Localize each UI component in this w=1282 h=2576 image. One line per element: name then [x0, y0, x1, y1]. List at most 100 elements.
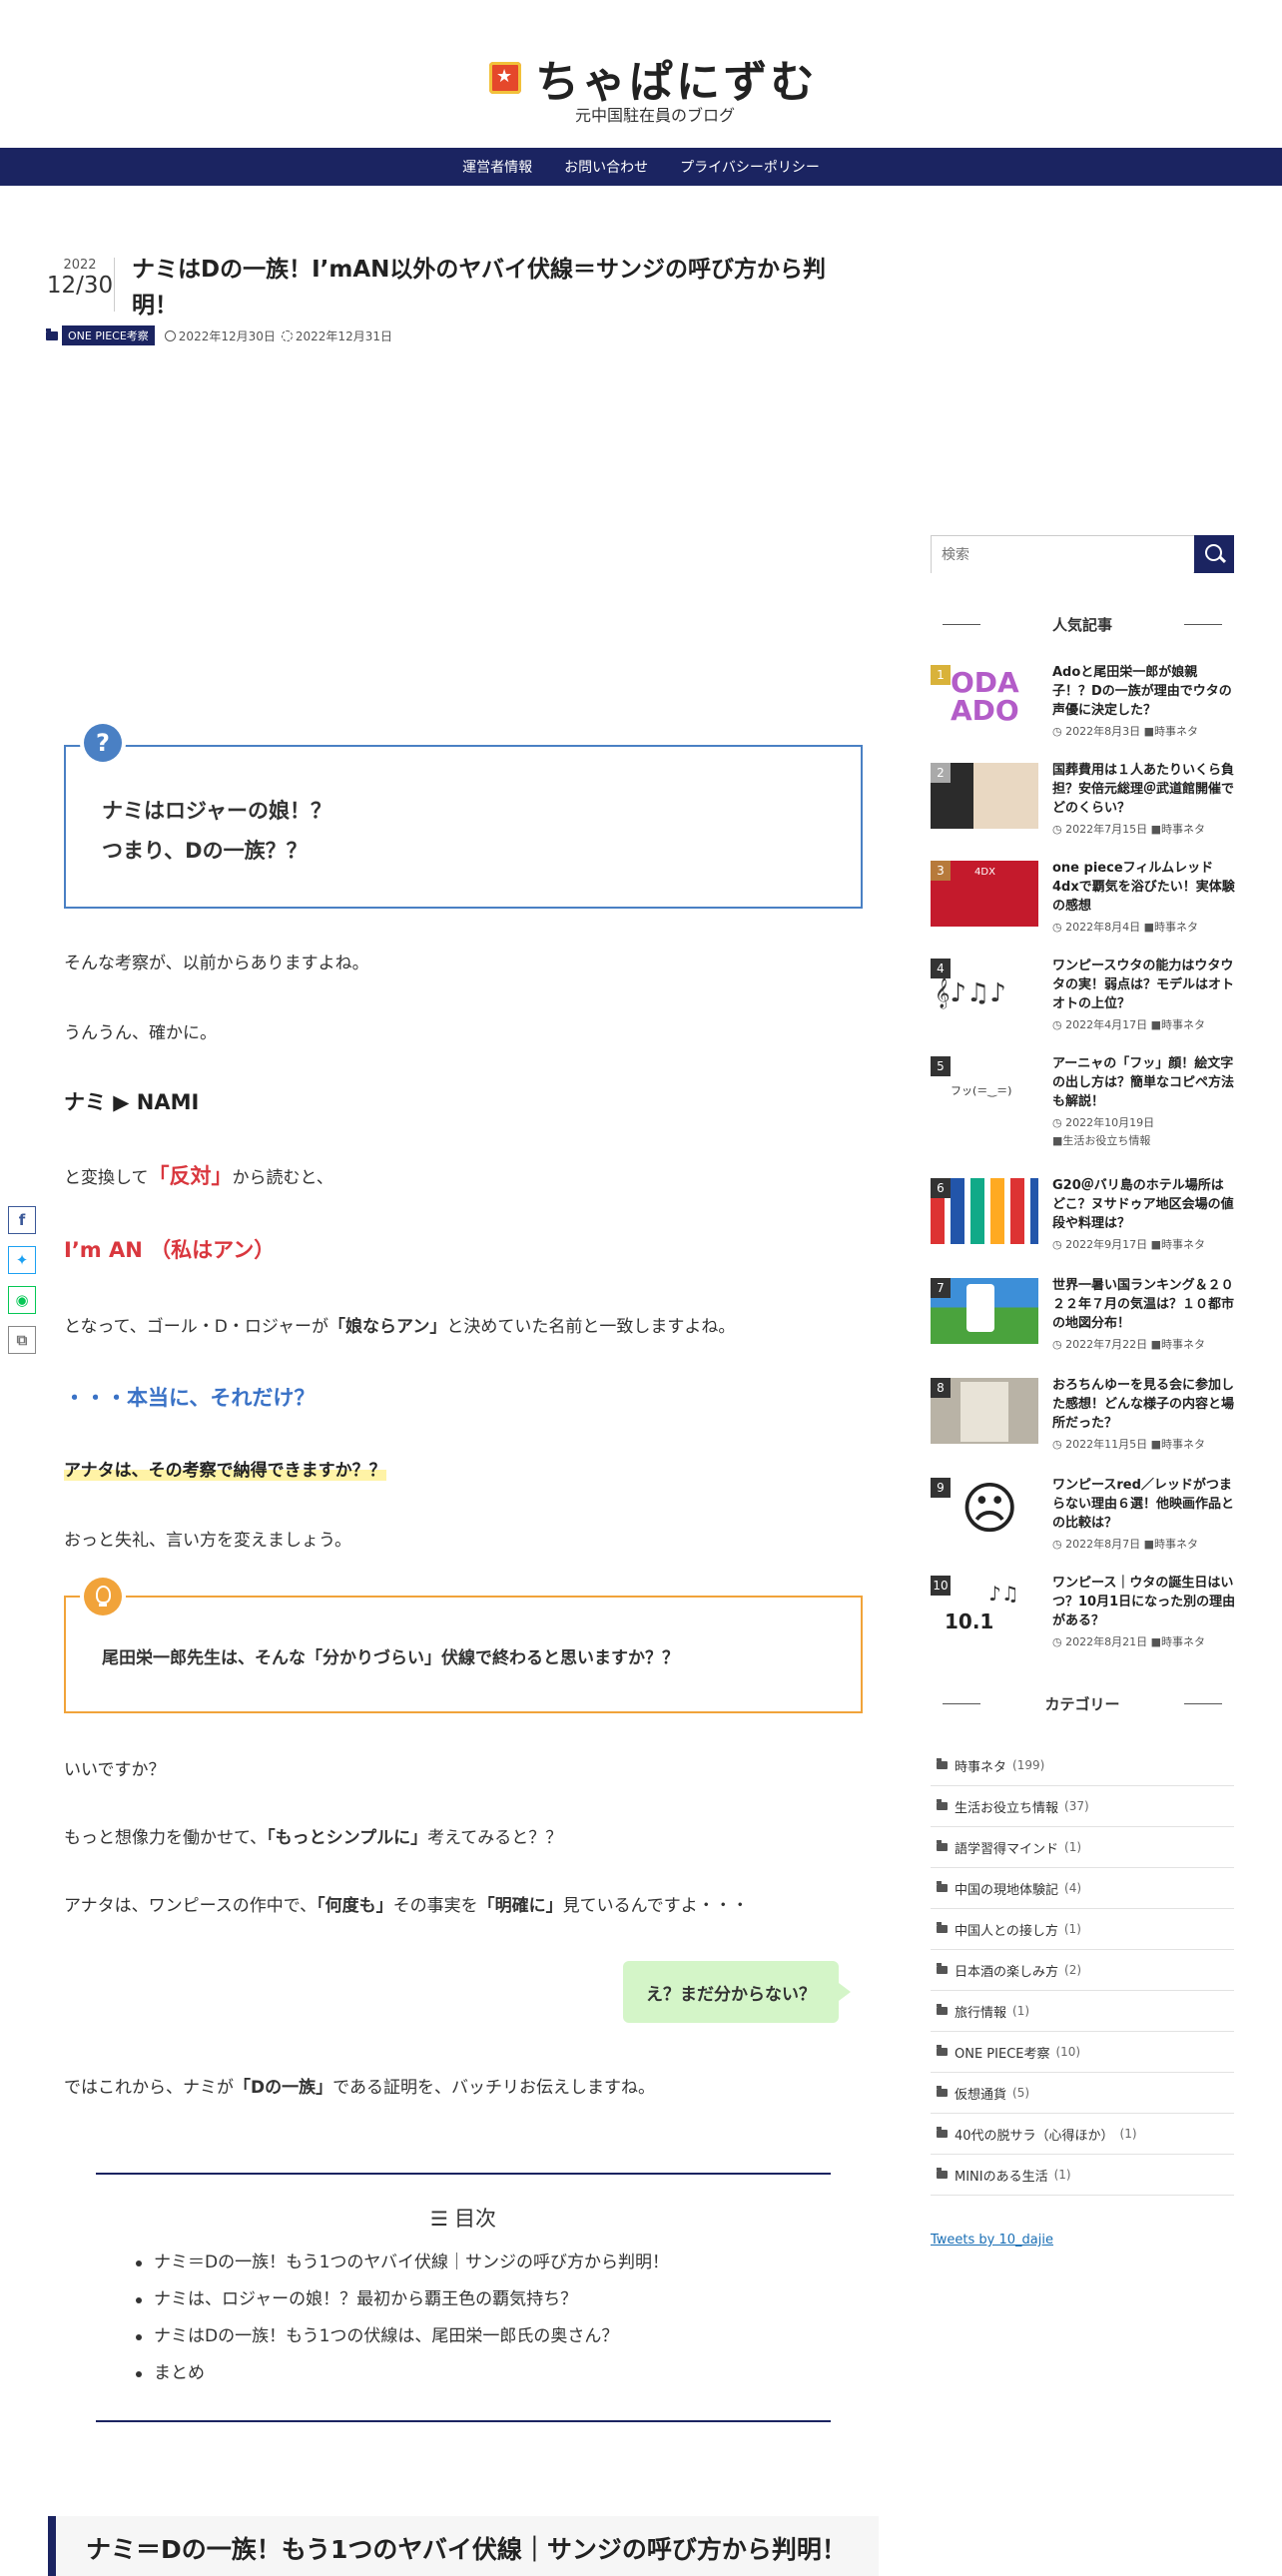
folder-icon: ■ [1052, 1134, 1063, 1147]
site-header: ちゃぱにずむ 元中国駐在員のブログ [0, 0, 1282, 148]
rank-badge: 5 [931, 1056, 951, 1076]
tip-box: 尾田栄一郎先生は、そんな「分かりづらい」伏線で終わると思いますか？？ [64, 1596, 863, 1713]
clock-icon: ◷ [1052, 725, 1062, 738]
post-category: 生活お役立ち情報 [1062, 1134, 1151, 1147]
text: アナタは、ワンピースの作中で、 [64, 1896, 318, 1916]
folder-icon [937, 1963, 948, 1974]
paragraph: アナタは、ワンピースの作中で、「何度も」その事実を「明確に」見ているんですよ・・… [64, 1891, 749, 1916]
search-input[interactable] [932, 536, 1193, 574]
search-box [931, 535, 1234, 574]
popular-post[interactable]: 6 G20＠バリ島のホテル場所はどこ？ヌサドゥア地区会場の値段や料理は？ ◷ 2… [931, 1178, 1234, 1268]
tweets-link[interactable]: Tweets by 10_dajie [931, 2233, 1053, 2248]
question-box: ナミはロジャーの娘！？ つまり、Dの一族？？ [64, 745, 863, 909]
category-item[interactable]: 仮想通貨 (5) [931, 2073, 1234, 2114]
toc-item[interactable]: ナミは、ロジャーの娘！？最初から覇王色の覇気持ち？ [136, 2281, 669, 2318]
speech-bubble: え？まだ分からない？ [623, 1961, 851, 2023]
bubble-text: え？まだ分からない？ [646, 1984, 816, 2005]
music-notes-icon: ♪♫ [988, 1582, 1019, 1606]
text: と決めていた名前と一致しますよね。 [446, 1317, 736, 1337]
site-logo[interactable]: ちゃぱにずむ [489, 46, 817, 110]
category-count: (1) [1119, 2127, 1137, 2141]
category-item[interactable]: 時事ネタ (199) [931, 1745, 1234, 1786]
popular-post-meta: ◷ 2022年8月7日 ■時事ネタ [1052, 1536, 1198, 1552]
text: 考えてみると？？ [427, 1828, 563, 1848]
nav-item-about[interactable]: 運営者情報 [462, 157, 532, 177]
popular-post[interactable]: 𝄞♪♫♪ 4 ワンピースウタの能力はウタウタの実！弱点は？モデルはオトオトの上位… [931, 959, 1234, 1048]
text: から読むと、 [232, 1168, 333, 1188]
category-item[interactable]: 中国の現地体験記 (4) [931, 1868, 1234, 1909]
category-name: 語学習得マインド [955, 1841, 1059, 1857]
popular-post[interactable]: 4DX 3 one pieceフィルムレッド4dxで覇気を浴びたい！実体験の感想… [931, 861, 1235, 951]
category-item[interactable]: 旅行情報 (1) [931, 1991, 1234, 2032]
paragraph: おっと失礼、言い方を変えましょう。 [64, 1531, 351, 1551]
logo-star-icon [489, 62, 521, 94]
post-category: 時事ネタ [1154, 921, 1199, 934]
category-count: (1) [1064, 1840, 1082, 1854]
category-count: (4) [1064, 1881, 1082, 1895]
category-item[interactable]: 40代の脱サラ（心得ほか） (1) [931, 2114, 1234, 2155]
nav-item-contact[interactable]: お問い合わせ [564, 157, 648, 177]
category-count: (37) [1064, 1799, 1089, 1813]
category-count: (2) [1064, 1963, 1082, 1977]
toc-item[interactable]: ナミ＝Dの一族！もう1つのヤバイ伏線｜サンジの呼び方から判明！ [136, 2245, 669, 2281]
line-share-button[interactable]: ◉ [8, 1286, 36, 1314]
paragraph: となって、ゴール・D・ロジャーが「娘ならアン」と決めていた名前と一致しますよね。 [64, 1312, 735, 1337]
category-name: 中国人との接し方 [955, 1923, 1058, 1939]
popular-post-meta: ◷ 2022年11月5日 ■時事ネタ [1052, 1436, 1205, 1452]
facebook-share-button[interactable]: f [8, 1206, 36, 1234]
bold-text: 「明確に」 [477, 1896, 563, 1916]
category-item[interactable]: 生活お役立ち情報 (37) [931, 1786, 1234, 1827]
published-date: 2022年12月30日 [178, 328, 276, 343]
toc-item[interactable]: ナミはDの一族！もう1つの伏線は、尾田栄一郎氏の奥さん？ [136, 2318, 669, 2355]
rank-badge: 8 [931, 1378, 951, 1398]
post-date: 2022年10月19日 [1065, 1116, 1155, 1129]
category-name: 生活お役立ち情報 [955, 1800, 1059, 1816]
post-title: ナミはDの一族！I’mAN以外のヤバイ伏線＝サンジの呼び方から判明！ [132, 257, 826, 319]
lightbulb-icon [84, 1578, 122, 1615]
clock-icon: ◷ [1052, 1538, 1062, 1551]
popular-post-meta: ◷ 2022年7月22日 ■時事ネタ [1052, 1336, 1205, 1352]
popular-post[interactable]: フッ(＝‿＝) 5 アーニャの「フッ」顔！絵文字の出し方は？簡単なコピペ方法も解… [931, 1056, 1234, 1147]
popular-post[interactable]: 7 世界一暑い国ランキング＆２０２２年７月の気温は？１０都市の地図分布！ ◷ 2… [931, 1278, 1234, 1368]
twitter-share-button[interactable]: ✦ [8, 1246, 36, 1274]
thumb-text: 10.1 [945, 1610, 994, 1633]
folder-icon: ■ [1150, 1438, 1162, 1451]
tip-text: 尾田栄一郎先生は、そんな「分かりづらい」伏線で終わると思いますか？？ [102, 1648, 679, 1668]
question-line-1: ナミはロジャーの娘！？ [102, 799, 331, 823]
category-item[interactable]: ONE PIECE考察 (10) [931, 2032, 1234, 2073]
folder-icon [937, 2045, 948, 2056]
category-item[interactable]: 中国人との接し方 (1) [931, 1909, 1234, 1950]
paragraph: ではこれから、ナミが「Dの一族」である証明を、バッチリお伝えしますね。 [64, 2073, 655, 2098]
popular-post[interactable]: ☹ 9 ワンピースred／レッドがつまらない理由６選！他映画作品との比較は？ ◷… [931, 1478, 1234, 1568]
post-category-badge[interactable]: ONE PIECE考察 [62, 325, 155, 345]
category-item[interactable]: MINIのある生活 (1) [931, 2155, 1234, 2196]
post-date: 2022年8月21日 [1065, 1635, 1148, 1648]
post-date: 2022年4月17日 [1065, 1018, 1148, 1031]
popular-post-meta: ◷ 2022年9月17日 ■時事ネタ [1052, 1236, 1205, 1252]
clock-icon: ◷ [1052, 823, 1062, 836]
text: その事実を [392, 1896, 478, 1916]
category-name: ONE PIECE考察 [955, 2046, 1050, 2062]
search-button[interactable] [1194, 535, 1234, 573]
copy-link-button[interactable]: ⧉ [8, 1326, 36, 1354]
nami-heading: ナミ ▶ NAMI [64, 1090, 200, 1114]
paragraph: と変換して「反対」から読むと、 [64, 1160, 333, 1190]
popular-post[interactable]: 8 おろちんゆーを見る会に参加した感想！どんな様子の内容と場所だった？ ◷ 20… [931, 1378, 1234, 1468]
popular-post[interactable]: 2 国葬費用は１人あたりいくら負担？安倍元総理＠武道館開催でどのくらい？ ◷ 2… [931, 763, 1234, 853]
popular-post[interactable]: ODA ADO 1 Adoと尾田栄一郎が娘親子！？Dの一族が理由でウタの声優に決… [931, 665, 1234, 755]
post-category: 時事ネタ [1161, 1438, 1206, 1451]
post-year: 2022 [63, 258, 97, 273]
nav-item-privacy[interactable]: プライバシーポリシー [680, 157, 820, 177]
line-icon: ◉ [15, 1291, 29, 1309]
post-category: 時事ネタ [1154, 725, 1199, 738]
popular-post[interactable]: 10.1 ♪♫ 10 ワンピース｜ウタの誕生日はいつ？10月1日になった別の理由… [931, 1576, 1235, 1665]
text: ではこれから、ナミが [64, 2078, 234, 2098]
category-name: 日本酒の楽しみ方 [955, 1964, 1059, 1980]
post-category: 時事ネタ [1161, 1018, 1206, 1031]
category-item[interactable]: 語学習得マインド (1) [931, 1827, 1234, 1868]
phone-icon [966, 1284, 994, 1332]
category-count: (199) [1012, 1758, 1045, 1772]
toc-item[interactable]: まとめ [136, 2355, 669, 2392]
category-item[interactable]: 日本酒の楽しみ方 (2) [931, 1950, 1234, 1991]
rank-badge: 3 [931, 861, 951, 881]
